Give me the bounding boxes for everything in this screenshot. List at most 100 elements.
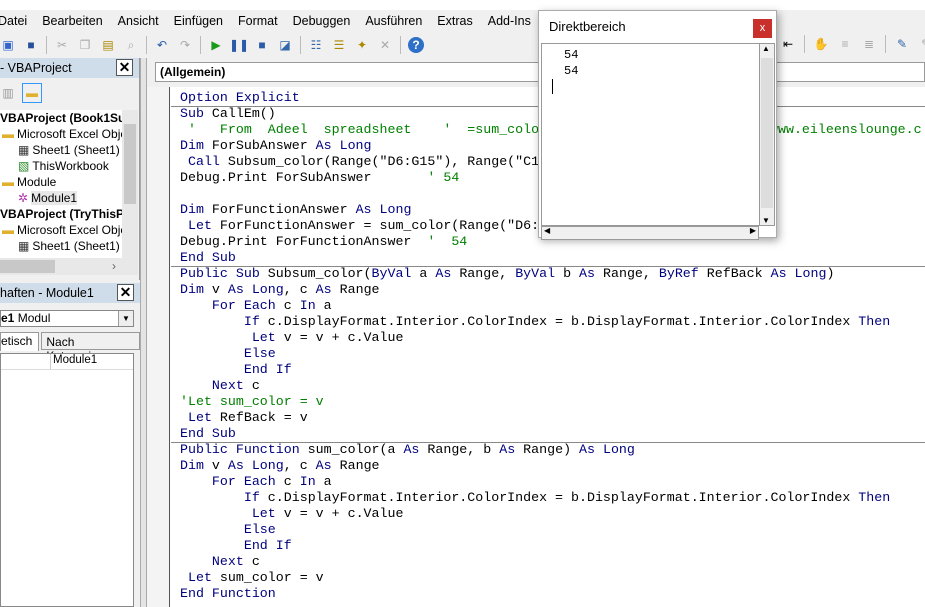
close-button[interactable]: x [753, 19, 772, 38]
comment-block-icon[interactable]: ≡ [837, 36, 853, 52]
toolbox-icon[interactable]: ✕ [377, 37, 393, 53]
keyword: Dim [180, 138, 212, 153]
object-dropdown[interactable]: e1 Modul ▼ [0, 310, 134, 327]
tree-node[interactable]: ✲ Module1 [18, 190, 78, 206]
tree-node[interactable]: ▧ ThisWorkbook [18, 158, 109, 174]
help-icon[interactable]: ? [408, 37, 424, 53]
keyword: As [403, 442, 428, 457]
object-browser-icon[interactable]: ✦ [354, 37, 370, 53]
comment: ' From Adeel spreadsheet ' =sum_colo [180, 122, 540, 137]
code-line: Next c [180, 554, 890, 570]
code-text: sum_color = v [219, 570, 324, 585]
tree-node[interactable]: ▬ Microsoft Excel Objek [2, 222, 133, 238]
scroll-up-icon[interactable]: ▲ [762, 44, 770, 53]
name-property-value[interactable]: Module1 [51, 354, 97, 369]
menu-item[interactable]: Add-Ins [488, 14, 531, 28]
uncomment-block-icon[interactable]: ≣ [861, 36, 877, 52]
splitter[interactable] [140, 58, 147, 607]
code-line: Dim ForFunctionAnswer As Long [180, 202, 890, 218]
chevron-down-icon: ▼ [118, 311, 133, 326]
keyword: Next [211, 378, 252, 393]
tab-categorized[interactable]: Nach Kategorien [41, 332, 140, 363]
project-explorer-icon[interactable]: ☷ [308, 37, 324, 53]
tree-node[interactable]: ▦ Sheet1 (Sheet1) [18, 142, 120, 158]
menu-item[interactable]: Debuggen [293, 14, 351, 28]
code-line: End If [180, 538, 890, 554]
scroll-left-icon[interactable]: ◀ [544, 226, 550, 235]
immediate-window: Direktbereich x 54 54 ▲ ▼ ◀ ▶ [538, 10, 777, 240]
view-excel-icon[interactable]: ▣ [0, 37, 16, 53]
code-text: a [323, 298, 332, 313]
view-object-icon[interactable]: ▥ [0, 85, 16, 101]
tab-alphabetic[interactable]: etisch [0, 332, 40, 351]
keyword: In [299, 474, 324, 489]
scroll-down-icon[interactable]: ▼ [762, 216, 770, 225]
menu-item[interactable]: Einfügen [174, 14, 223, 28]
tree-node[interactable]: ▬ Microsoft Excel Objek [2, 126, 133, 142]
keyword: Public Sub [180, 266, 268, 281]
redo-icon[interactable]: ↷ [177, 37, 193, 53]
tree-vertical-scrollbar[interactable] [122, 110, 138, 258]
menu-item[interactable]: Extras [437, 14, 472, 28]
code-line: End Function [180, 586, 890, 602]
tree-node[interactable]: ▦ Sheet1 (Sheet1) [18, 238, 120, 254]
breakpoint-icon[interactable]: ✋ [813, 36, 829, 52]
code-editor[interactable]: Option Explicit Sub CallEm() ' From Adeel… [180, 90, 890, 602]
code-text: v = v + c.Value [283, 506, 404, 521]
scroll-right-icon[interactable]: ▶ [750, 226, 756, 235]
properties-icon[interactable]: ☰ [331, 37, 347, 53]
project-explorer-title: - VBAProject ✕ [0, 58, 139, 78]
pause-icon[interactable]: ❚❚ [229, 37, 249, 53]
outdent-icon[interactable]: ⇤ [780, 36, 796, 52]
stop-icon[interactable]: ■ [254, 37, 270, 53]
folder-icon: ▬ [2, 127, 14, 141]
menu-item[interactable]: Format [238, 14, 278, 28]
save-icon[interactable]: ■ [23, 37, 39, 53]
properties-title: haften - Module1 ✕ [0, 283, 140, 303]
keyword: Else [243, 522, 276, 537]
cut-icon[interactable]: ✂ [54, 37, 70, 53]
comment: ' 54 [427, 234, 468, 249]
code-text: c.DisplayFormat.Interior.ColorIndex = b.… [267, 490, 859, 505]
tree-node[interactable]: VBAProject (Book1Su [0, 110, 125, 126]
immediate-horizontal-scrollbar[interactable]: ◀ ▶ [541, 226, 759, 240]
keyword: For Each [211, 298, 284, 313]
bookmark-icon[interactable]: ✎ [894, 36, 910, 52]
code-text: c [283, 474, 300, 489]
next-bookmark-icon[interactable]: ✎ [918, 36, 925, 52]
undo-icon[interactable]: ↶ [154, 37, 170, 53]
copy-icon[interactable]: ❐ [77, 37, 93, 53]
code-line: Dim v As Long, c As Range [180, 282, 890, 298]
menu-item[interactable]: Ausführen [365, 14, 422, 28]
keyword: End Function [180, 586, 276, 601]
code-line: Public Sub Subsum_color(ByVal a As Range… [180, 266, 890, 282]
design-mode-icon[interactable]: ◪ [277, 37, 293, 53]
menu-item[interactable]: Datei [0, 14, 27, 28]
run-icon[interactable]: ▶ [208, 37, 224, 53]
code-text: v = v + c.Value [283, 330, 404, 345]
code-line: End Sub [180, 250, 890, 266]
code-text: Subsum_color(Range("D6:G15"), Range("C1 [227, 154, 540, 169]
toggle-folders-icon[interactable]: ▬ [22, 83, 42, 103]
immediate-vertical-scrollbar[interactable]: ▲ ▼ [759, 43, 775, 226]
close-icon[interactable]: ✕ [116, 59, 133, 76]
tree-horizontal-scrollbar[interactable]: › [0, 258, 138, 275]
keyword: Let [187, 410, 220, 425]
tree-node[interactable]: VBAProject (TryThisP [0, 206, 124, 222]
code-line: If c.DisplayFormat.Interior.ColorIndex =… [180, 490, 890, 506]
find-icon[interactable]: ⌕ [123, 37, 139, 53]
menu-item[interactable]: Ansicht [118, 14, 159, 28]
tree-node[interactable]: ▬ Module [2, 174, 56, 190]
close-icon[interactable]: ✕ [117, 284, 134, 301]
keyword: Next [211, 554, 252, 569]
immediate-output[interactable]: 54 54 [541, 43, 759, 226]
code-margin-bar[interactable] [147, 87, 170, 607]
menu-item[interactable]: Bearbeiten [42, 14, 102, 28]
tree-node-label: VBAProject (TryThisP [0, 207, 125, 221]
code-text: c [283, 298, 300, 313]
code-line: Else [180, 346, 890, 362]
paste-icon[interactable]: ▤ [100, 37, 116, 53]
